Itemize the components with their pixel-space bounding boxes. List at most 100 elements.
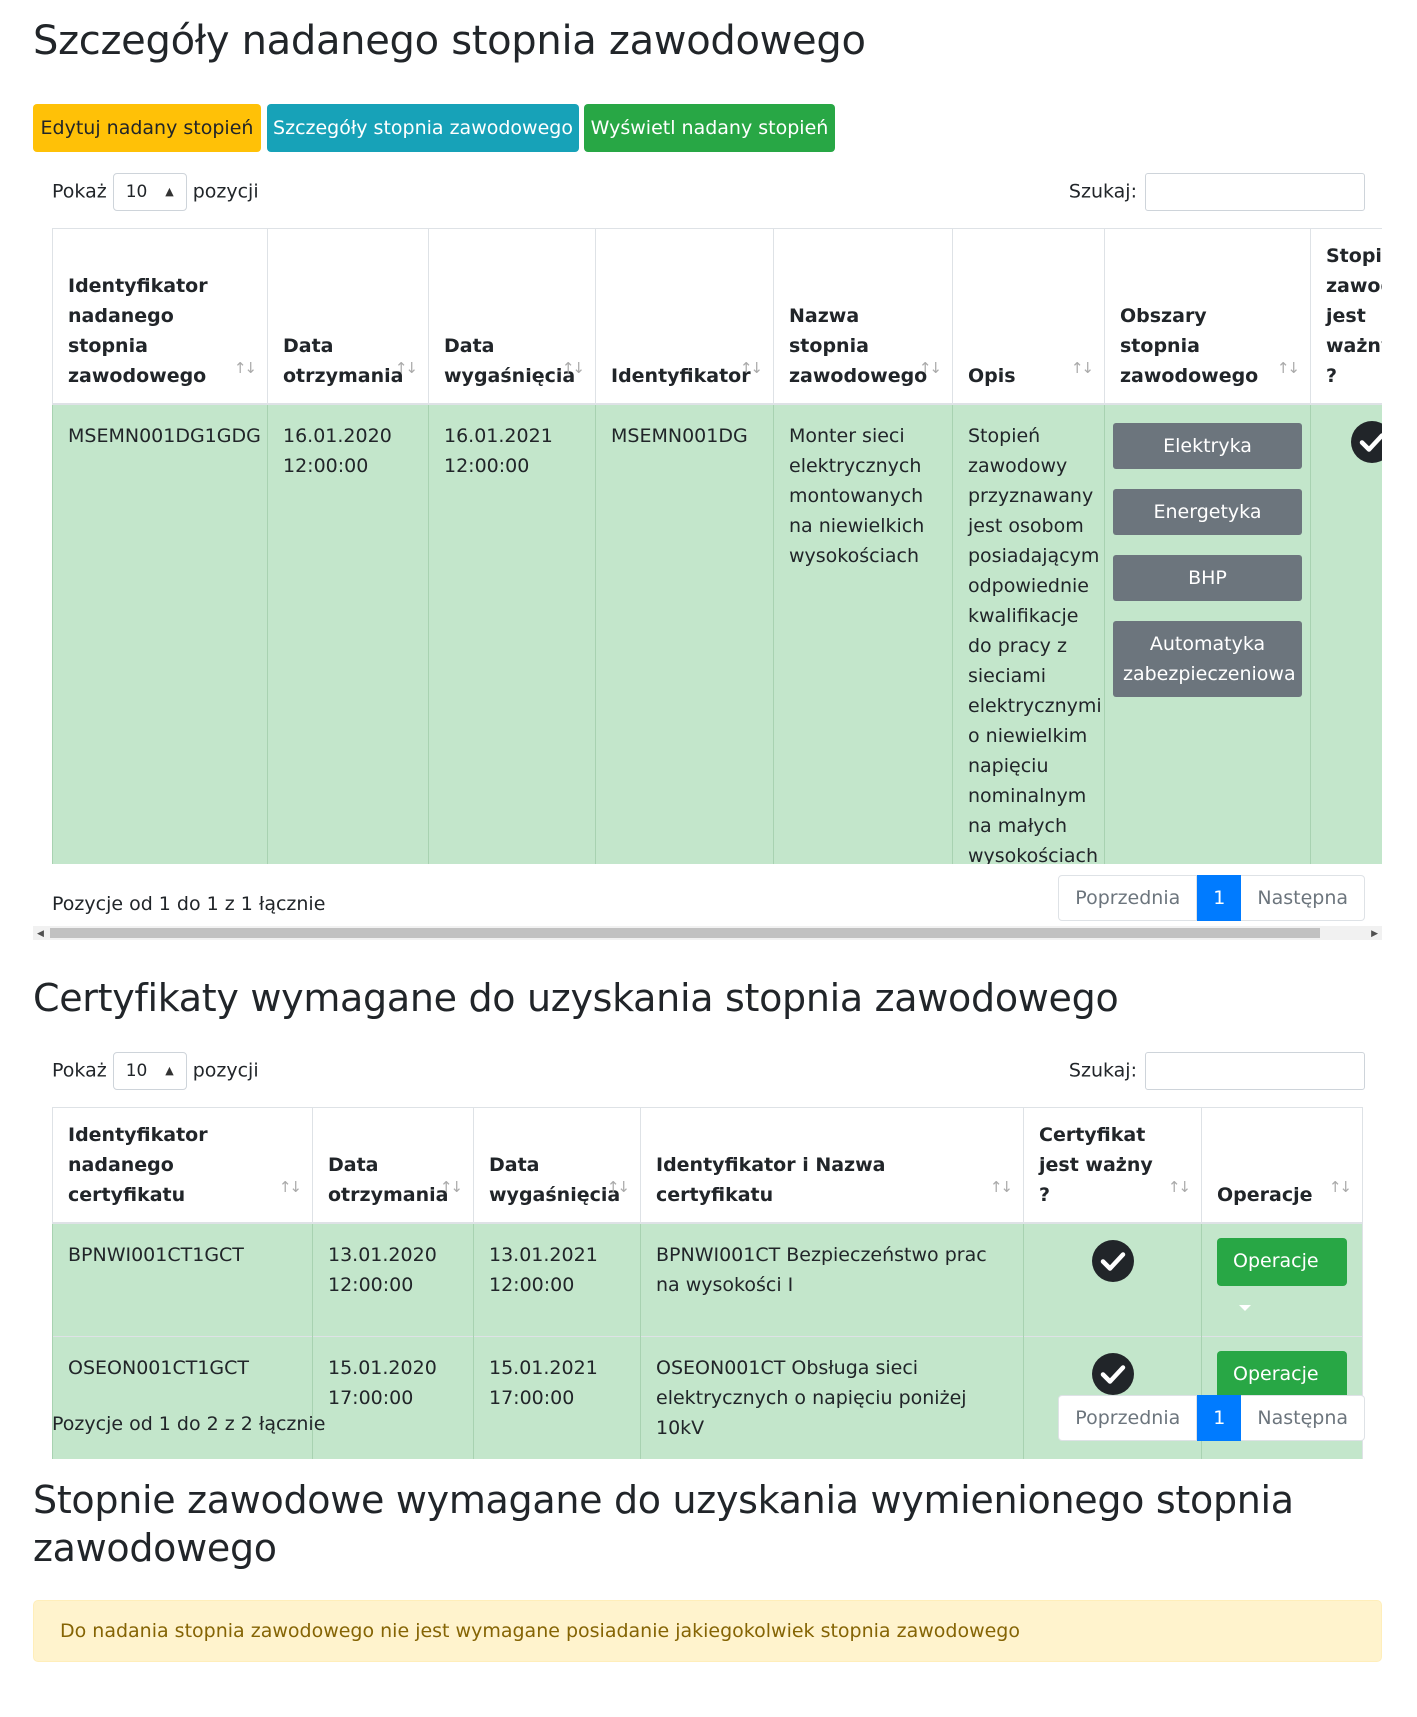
table-row: BPNWI001CT1GCT 13.01.2020 12:00:00 13.01… bbox=[52, 1222, 1363, 1337]
operations-dropdown-button[interactable]: Operacje bbox=[1217, 1238, 1347, 1311]
col-header[interactable]: Identyfikator nadanego certyfikatu ↑↓ bbox=[52, 1107, 313, 1224]
cell-name: OSEON001CT Obsługa sieci elektrycznych o… bbox=[640, 1336, 1024, 1459]
cell-name: Monter sieci elektrycznych montowanych n… bbox=[773, 403, 953, 864]
table1-pagination: Poprzednia 1 Następna bbox=[1058, 875, 1365, 921]
sort-icon: ↑↓ bbox=[1070, 359, 1094, 377]
col-header[interactable]: Data otrzymania ↑↓ bbox=[312, 1107, 474, 1224]
ops-label: Operacje bbox=[1233, 1250, 1319, 1272]
col-header[interactable]: Identyfikator nadanego stopnia zawodoweg… bbox=[52, 228, 268, 405]
col-label: Operacje bbox=[1217, 1184, 1313, 1206]
sort-icon: ↑↓ bbox=[439, 1178, 463, 1196]
col-label: Stopień zawodowy jest ważny ? bbox=[1326, 245, 1382, 387]
cell-valid bbox=[1023, 1222, 1202, 1337]
length-suffix: pozycji bbox=[192, 1059, 259, 1082]
sort-icon: ↑↓ bbox=[739, 359, 763, 377]
cell-valid bbox=[1310, 403, 1382, 864]
col-header[interactable]: Stopień zawodowy jest ważny ? bbox=[1310, 228, 1382, 405]
col-label: Obszary stopnia zawodowego bbox=[1120, 305, 1259, 387]
area-badge: Automatyka zabezpieczeniowa bbox=[1113, 621, 1302, 697]
table1-container: Identyfikator nadanego stopnia zawodoweg… bbox=[52, 228, 1382, 864]
select-arrows-icon: ▲ bbox=[165, 185, 174, 198]
page-title: Szczegóły nadanego stopnia zawodowego bbox=[33, 18, 866, 64]
col-header[interactable]: Obszary stopnia zawodowego ↑↓ bbox=[1104, 228, 1311, 405]
page-button[interactable]: 1 bbox=[1197, 1395, 1242, 1441]
sort-icon: ↑↓ bbox=[278, 1178, 302, 1196]
edit-button[interactable]: Edytuj nadany stopień bbox=[33, 104, 261, 152]
table1-info: Pozycje od 1 do 1 z 1 łącznie bbox=[52, 893, 326, 915]
col-label: Data wygaśnięcia bbox=[489, 1154, 621, 1206]
details-button[interactable]: Szczegóły stopnia zawodowego bbox=[267, 104, 579, 152]
table-row: MSEMN001DG1GDG 16.01.2020 12:00:00 16.01… bbox=[52, 403, 1382, 864]
cell-expires: 13.01.2021 12:00:00 bbox=[473, 1222, 641, 1337]
col-header[interactable]: Identyfikator i Nazwa certyfikatu ↑↓ bbox=[640, 1107, 1024, 1224]
operations-dropdown-button[interactable]: Operacje bbox=[1217, 1351, 1347, 1424]
cell-name: BPNWI001CT Bezpieczeństwo prac na wysoko… bbox=[640, 1222, 1024, 1337]
col-label: Data otrzymania bbox=[283, 335, 404, 387]
check-circle-icon bbox=[1091, 1353, 1134, 1395]
sort-icon: ↑↓ bbox=[1276, 359, 1300, 377]
area-badge: Elektryka bbox=[1113, 423, 1302, 469]
cell-received: 16.01.2020 12:00:00 bbox=[267, 403, 429, 864]
col-header[interactable]: Nazwa stopnia zawodowego ↑↓ bbox=[773, 228, 953, 405]
check-circle-icon bbox=[1091, 1240, 1134, 1282]
length-select[interactable]: 10 ▲ bbox=[112, 1052, 187, 1090]
length-prefix: Pokaż bbox=[52, 1059, 107, 1082]
sort-icon: ↑↓ bbox=[233, 359, 257, 377]
col-header[interactable]: Data otrzymania ↑↓ bbox=[267, 228, 429, 405]
no-requirements-alert: Do nadania stopnia zawodowego nie jest w… bbox=[33, 1600, 1382, 1662]
col-header[interactable]: Data wygaśnięcia ↑↓ bbox=[473, 1107, 641, 1224]
cell-expires: 16.01.2021 12:00:00 bbox=[428, 403, 596, 864]
col-label: Identyfikator nadanego stopnia zawodoweg… bbox=[68, 275, 208, 387]
page-button[interactable]: 1 bbox=[1197, 875, 1242, 921]
search-input[interactable] bbox=[1145, 173, 1365, 211]
col-header[interactable]: Certyfikat jest ważny ? ↑↓ bbox=[1023, 1107, 1202, 1224]
length-value: 10 bbox=[125, 182, 148, 202]
horizontal-scrollbar[interactable]: ◀ ▶ bbox=[33, 926, 1382, 940]
col-label: Data wygaśnięcia bbox=[444, 335, 576, 387]
col-label: Opis bbox=[968, 365, 1016, 387]
length-select[interactable]: 10 ▲ bbox=[112, 173, 187, 211]
col-header[interactable]: Operacje ↑↓ bbox=[1201, 1107, 1363, 1224]
col-label: Data otrzymania bbox=[328, 1154, 449, 1206]
col-label: Nazwa stopnia zawodowego bbox=[789, 305, 928, 387]
check-circle-icon bbox=[1350, 421, 1382, 463]
sort-icon: ↑↓ bbox=[918, 359, 942, 377]
area-badge: BHP bbox=[1113, 555, 1302, 601]
cell-areas: Elektryka Energetyka BHP Automatyka zabe… bbox=[1104, 403, 1311, 864]
col-label: Identyfikator i Nazwa certyfikatu bbox=[656, 1154, 886, 1206]
cell-identifier: MSEMN001DG bbox=[595, 403, 774, 864]
prev-page-button[interactable]: Poprzednia bbox=[1058, 875, 1198, 921]
cell-id: OSEON001CT1GCT bbox=[52, 1336, 313, 1459]
sort-icon: ↑↓ bbox=[1167, 1178, 1191, 1196]
length-suffix: pozycji bbox=[192, 180, 259, 203]
ops-label: Operacje bbox=[1233, 1363, 1319, 1385]
cell-ops: Operacje bbox=[1201, 1222, 1363, 1337]
cell-received: 13.01.2020 12:00:00 bbox=[312, 1222, 474, 1337]
table2-info: Pozycje od 1 do 2 z 2 łącznie bbox=[52, 1413, 326, 1435]
next-page-button[interactable]: Następna bbox=[1241, 875, 1365, 921]
view-button[interactable]: Wyświetl nadany stopień bbox=[584, 104, 835, 152]
search-label: Szukaj: bbox=[1068, 1059, 1137, 1082]
table1-header-row: Identyfikator nadanego stopnia zawodoweg… bbox=[52, 228, 1382, 405]
scrollbar-thumb[interactable] bbox=[50, 928, 1320, 938]
sort-icon: ↑↓ bbox=[1328, 1178, 1352, 1196]
search-label: Szukaj: bbox=[1068, 180, 1137, 203]
table2-header-row: Identyfikator nadanego certyfikatu ↑↓ Dat… bbox=[52, 1107, 1363, 1224]
scroll-right-icon[interactable]: ▶ bbox=[1371, 926, 1378, 940]
next-page-button[interactable]: Następna bbox=[1241, 1395, 1365, 1441]
cell-id: BPNWI001CT1GCT bbox=[52, 1222, 313, 1337]
length-value: 10 bbox=[125, 1061, 148, 1081]
scroll-left-icon[interactable]: ◀ bbox=[37, 926, 44, 940]
col-label: Identyfikator bbox=[611, 365, 751, 387]
select-arrows-icon: ▲ bbox=[165, 1064, 174, 1077]
table1-length: Pokaż 10 ▲ pozycji bbox=[52, 173, 259, 211]
table1-search: Szukaj: bbox=[1069, 173, 1365, 211]
col-header[interactable]: Identyfikator ↑↓ bbox=[595, 228, 774, 405]
search-input[interactable] bbox=[1145, 1052, 1365, 1090]
col-header[interactable]: Data wygaśnięcia ↑↓ bbox=[428, 228, 596, 405]
area-list: Elektryka Energetyka BHP Automatyka zabe… bbox=[1113, 423, 1302, 697]
sort-icon: ↑↓ bbox=[394, 359, 418, 377]
sort-icon: ↑↓ bbox=[606, 1178, 630, 1196]
prev-page-button[interactable]: Poprzednia bbox=[1058, 1395, 1198, 1441]
col-header[interactable]: Opis ↑↓ bbox=[952, 228, 1105, 405]
